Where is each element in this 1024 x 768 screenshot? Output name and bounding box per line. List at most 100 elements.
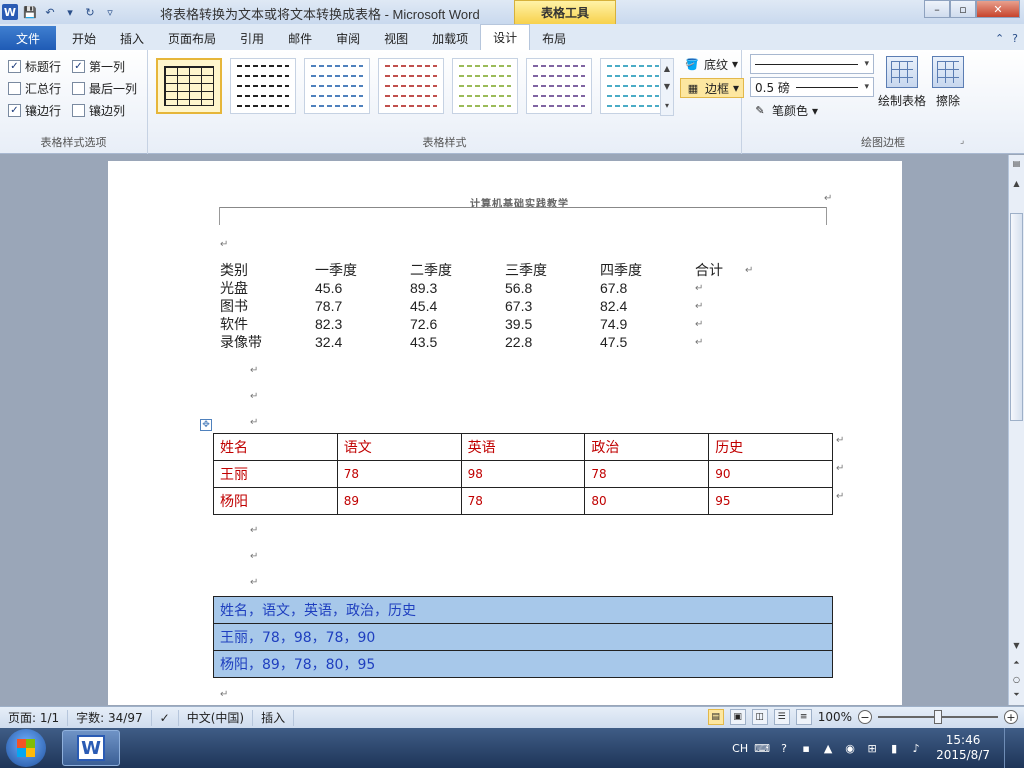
- table-style-light-green[interactable]: [452, 58, 518, 114]
- option-banded-columns[interactable]: 镶边列: [72, 102, 125, 119]
- ruler-toggle-icon[interactable]: ▤: [1009, 155, 1024, 171]
- table-cell[interactable]: 78: [584, 460, 710, 488]
- undo-icon[interactable]: ↶: [42, 4, 58, 20]
- table-cell[interactable]: 78: [336, 460, 462, 488]
- line-style-select[interactable]: ▾: [750, 54, 874, 74]
- table-cell[interactable]: 98: [460, 460, 586, 488]
- help-tray-icon[interactable]: ?: [776, 740, 792, 756]
- zoom-out-icon[interactable]: −: [858, 710, 872, 724]
- gallery-down-icon[interactable]: ▼: [664, 82, 670, 91]
- start-button[interactable]: [6, 729, 46, 767]
- scroll-down-icon[interactable]: ▼: [1009, 637, 1024, 653]
- tab-add-ins[interactable]: 加载项: [420, 26, 480, 50]
- scroll-thumb[interactable]: [1010, 213, 1023, 421]
- gallery-up-icon[interactable]: ▲: [664, 64, 670, 73]
- line-weight-select[interactable]: 0.5 磅 ▾: [750, 77, 874, 97]
- web-layout-view-icon[interactable]: ◫: [751, 709, 768, 725]
- checkbox-last-column[interactable]: [72, 82, 85, 95]
- print-layout-view-icon[interactable]: ▤: [707, 709, 724, 725]
- tab-layout[interactable]: 布局: [530, 26, 578, 50]
- option-banded-rows[interactable]: ✓ 镶边行: [8, 102, 61, 119]
- redo-icon[interactable]: ↻: [82, 4, 98, 20]
- table-cell[interactable]: 历史: [708, 433, 833, 461]
- table-style-light-aqua[interactable]: [600, 58, 666, 114]
- word-app-icon[interactable]: W: [2, 4, 18, 20]
- table-style-light-red[interactable]: [378, 58, 444, 114]
- checkbox-first-column[interactable]: ✓: [72, 60, 85, 73]
- borders-dropdown-icon[interactable]: ▾: [733, 81, 739, 95]
- save-icon[interactable]: 💾: [22, 4, 38, 20]
- scroll-up-icon[interactable]: ▲: [1009, 175, 1024, 191]
- table-cell[interactable]: 语文: [336, 433, 462, 461]
- checkbox-header-row[interactable]: ✓: [8, 60, 21, 73]
- tab-review[interactable]: 审阅: [324, 26, 372, 50]
- minimize-ribbon-icon[interactable]: ⌃: [995, 32, 1004, 45]
- tab-home[interactable]: 开始: [60, 26, 108, 50]
- table-cell[interactable]: 80: [584, 487, 710, 515]
- dialog-launcher-icon[interactable]: ⌟: [960, 136, 964, 146]
- tab-references[interactable]: 引用: [228, 26, 276, 50]
- draft-view-icon[interactable]: ≡: [795, 709, 812, 725]
- table-cell[interactable]: 78: [460, 487, 586, 515]
- table-cell[interactable]: 王丽，78，98，78，90: [213, 623, 833, 651]
- checkbox-total-row[interactable]: [8, 82, 21, 95]
- vertical-scrollbar[interactable]: ▤ ▲ ▼ ⏶ ○ ⏷: [1008, 155, 1024, 705]
- network-icon[interactable]: ▮: [886, 740, 902, 756]
- checkbox-banded-columns[interactable]: [72, 104, 85, 117]
- table-style-light-purple[interactable]: [526, 58, 592, 114]
- gallery-more-icon[interactable]: ▾: [665, 101, 669, 110]
- zoom-slider[interactable]: [878, 710, 998, 724]
- show-desktop-button[interactable]: [1004, 728, 1016, 768]
- next-page-icon[interactable]: ⏷: [1009, 687, 1024, 703]
- table-cell[interactable]: 王丽: [213, 460, 338, 488]
- table-cell[interactable]: 政治: [584, 433, 710, 461]
- security-icon[interactable]: ◉: [842, 740, 858, 756]
- undo-dropdown-icon[interactable]: ▾: [62, 4, 78, 20]
- table-cell[interactable]: 英语: [460, 433, 586, 461]
- show-hidden-icons-icon[interactable]: ▲: [820, 740, 836, 756]
- tab-view[interactable]: 视图: [372, 26, 420, 50]
- insert-mode[interactable]: 插入: [253, 709, 295, 726]
- tab-mailings[interactable]: 邮件: [276, 26, 324, 50]
- help-icon[interactable]: ?: [1012, 32, 1018, 45]
- close-button[interactable]: ✕: [976, 0, 1020, 18]
- previous-page-icon[interactable]: ⏶: [1009, 655, 1024, 671]
- browse-object-icon[interactable]: ○: [1009, 671, 1024, 687]
- checkbox-banded-rows[interactable]: ✓: [8, 104, 21, 117]
- ime-options-icon[interactable]: ▪: [798, 740, 814, 756]
- option-total-row[interactable]: 汇总行: [8, 80, 61, 97]
- minimize-button[interactable]: –: [924, 0, 950, 18]
- shading-dropdown-icon[interactable]: ▾: [732, 57, 738, 71]
- restore-button[interactable]: ▫: [950, 0, 976, 18]
- tabbed-text-block[interactable]: 类别 一季度 二季度 三季度 四季度 合计 ↵ 光盘 45.6 89.3 56.…: [220, 261, 753, 351]
- windows-flag-icon[interactable]: ⊞: [864, 740, 880, 756]
- selected-comma-table[interactable]: 姓名，语文，英语，政治，历史 王丽，78，98，78，90 杨阳，89，78，8…: [213, 596, 833, 678]
- table-cell[interactable]: 姓名，语文，英语，政治，历史: [213, 596, 833, 624]
- zoom-slider-knob[interactable]: [934, 710, 942, 724]
- pen-color-button[interactable]: ✎ 笔颜色 ▾: [752, 102, 818, 119]
- option-header-row[interactable]: ✓ 标题行: [8, 58, 61, 75]
- zoom-level[interactable]: 100%: [818, 710, 852, 724]
- eraser-button[interactable]: 擦除: [920, 56, 976, 109]
- option-last-column[interactable]: 最后一列: [72, 80, 137, 97]
- zoom-in-icon[interactable]: +: [1004, 710, 1018, 724]
- tab-page-layout[interactable]: 页面布局: [156, 26, 228, 50]
- table-style-grid[interactable]: [156, 58, 222, 114]
- tab-design[interactable]: 设计: [480, 24, 531, 50]
- tab-file[interactable]: 文件: [0, 26, 56, 50]
- full-screen-view-icon[interactable]: ▣: [729, 709, 746, 725]
- table-cell[interactable]: 95: [708, 487, 833, 515]
- line-weight-dropdown-icon[interactable]: ▾: [864, 82, 869, 92]
- table-cell[interactable]: 杨阳: [213, 487, 338, 515]
- table-cell[interactable]: 姓名: [213, 433, 338, 461]
- page-count[interactable]: 页面: 1/1: [0, 709, 69, 726]
- line-style-dropdown-icon[interactable]: ▾: [864, 59, 869, 69]
- table-move-handle-icon[interactable]: ✥: [200, 419, 212, 431]
- table-cell[interactable]: 89: [336, 487, 462, 515]
- table-cell[interactable]: 杨阳，89，78，80，95: [213, 650, 833, 678]
- outline-view-icon[interactable]: ☰: [773, 709, 790, 725]
- borders-button[interactable]: ▦ 边框 ▾: [680, 78, 745, 98]
- table-style-light-black[interactable]: [230, 58, 296, 114]
- pen-color-dropdown-icon[interactable]: ▾: [812, 104, 818, 118]
- document-page[interactable]: 计算机基础实践教学 ↵ ↵ 类别 一季度 二季度 三季度 四季度 合计 ↵ 光盘…: [108, 161, 902, 705]
